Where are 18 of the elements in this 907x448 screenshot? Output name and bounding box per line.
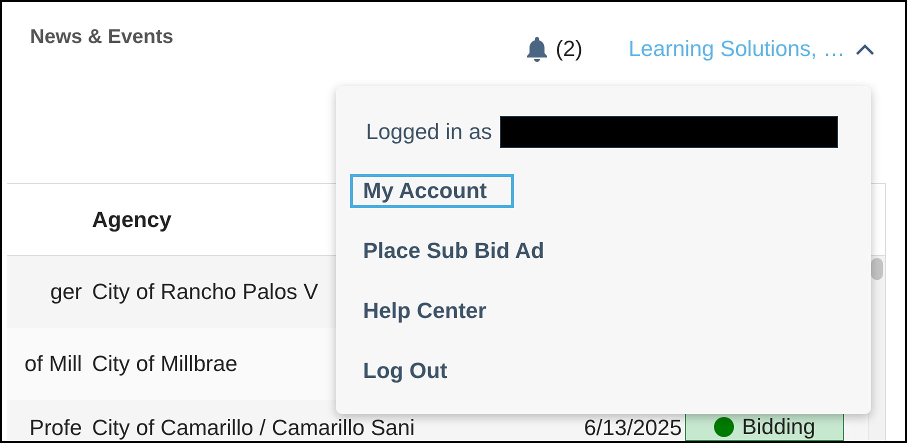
status-badge: Bidding [685,413,844,441]
menu-item[interactable]: My Account [350,174,514,208]
menu-item[interactable]: Help Center [350,294,514,328]
notification-count: (2) [556,36,583,62]
table-cell: ger [50,279,82,304]
bell-icon[interactable] [526,36,548,62]
logged-in-label: Logged in as [366,119,492,145]
table-cell: 6/13/2025 [584,415,682,440]
table-cell: City of Rancho Palos V [92,279,318,304]
table-cell: City of Camarillo / Camarillo Sani [92,415,415,440]
menu-item[interactable]: Log Out [350,354,474,388]
menu-item[interactable]: Place Sub Bid Ad [350,234,572,268]
column-header[interactable]: Agency [92,206,172,232]
page-title: News & Events [30,26,174,49]
chevron-icon [855,43,875,55]
table-cell: Profe [29,415,82,440]
table-cell: City of Millbrae [92,351,238,376]
table-cell: of Mill [24,351,82,376]
